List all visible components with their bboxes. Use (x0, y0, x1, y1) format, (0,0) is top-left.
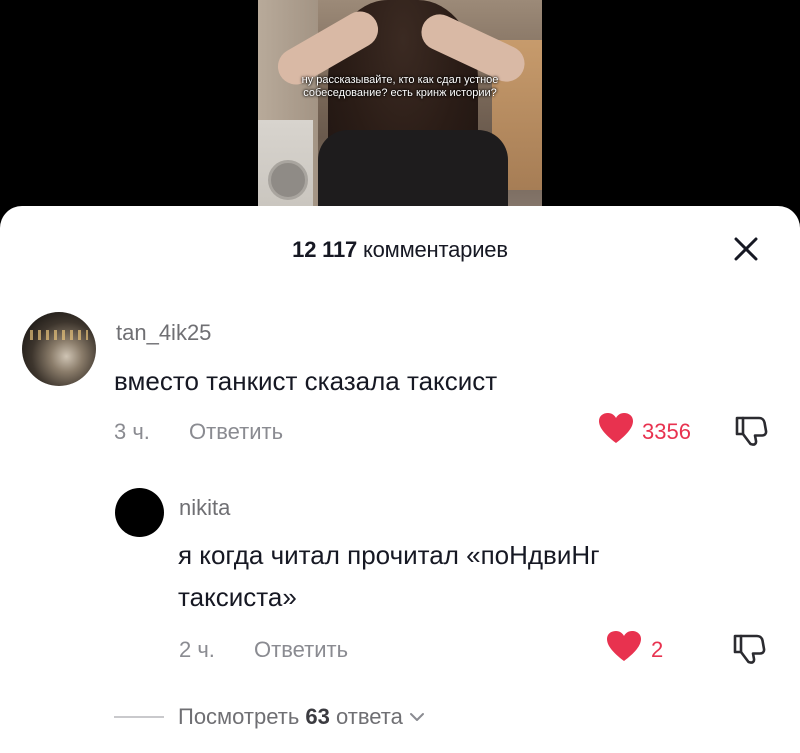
comment-time: 2 ч. (179, 637, 215, 662)
view-replies-label: Посмотреть 63 ответа (178, 704, 403, 729)
video-frame (258, 0, 542, 230)
like-count: 2 (651, 637, 664, 662)
comment-username[interactable]: nikita (179, 495, 230, 521)
comment-username[interactable]: tan_4ik25 (116, 320, 211, 346)
comment-time: 3 ч. (114, 419, 150, 444)
heart-icon[interactable] (598, 412, 634, 450)
comment-text: я когда читал прочитал «поНдвиНг таксист… (178, 540, 600, 612)
like-count: 3356 (642, 419, 691, 444)
avatar[interactable] (22, 312, 96, 386)
avatar[interactable] (115, 488, 164, 537)
thumbs-down-icon[interactable] (731, 630, 767, 671)
video-player[interactable]: ну рассказывайте, кто как сдал устное со… (0, 0, 800, 230)
divider (114, 716, 164, 718)
reply-comment-item: nikita я когда читал прочитал «поНдвиНг … (0, 466, 800, 686)
reply-button[interactable]: Ответить (189, 419, 283, 445)
comments-sheet: 12 117 комментариев tan_4ik25 вместо тан… (0, 206, 800, 753)
reply-button[interactable]: Ответить (254, 637, 348, 663)
view-replies-button[interactable]: Посмотреть 63 ответа (114, 702, 425, 732)
comment-item: tan_4ik25 вместо танкист сказала таксист… (0, 206, 800, 466)
heart-icon[interactable] (606, 630, 642, 668)
chevron-down-icon (409, 709, 425, 727)
thumbs-down-icon[interactable] (733, 412, 769, 453)
comment-text: вместо танкист сказала таксист (114, 366, 498, 396)
video-caption: ну рассказывайте, кто как сдал устное со… (301, 74, 499, 99)
